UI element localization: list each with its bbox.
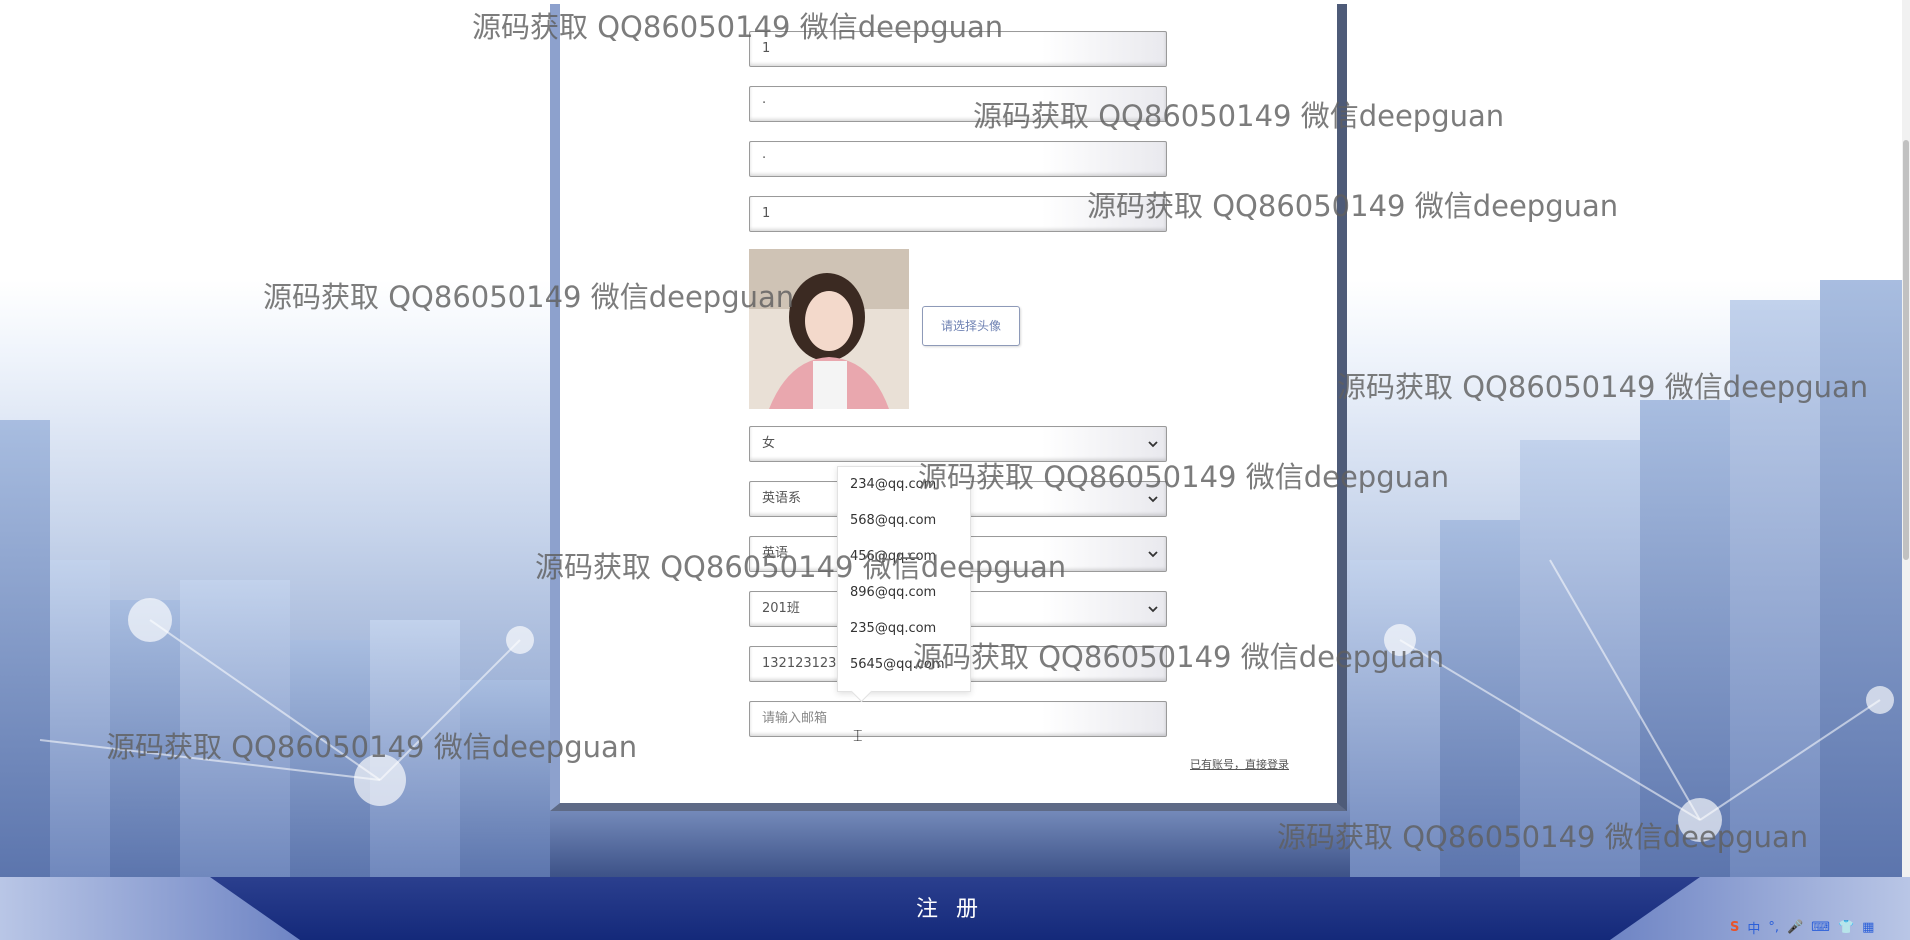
watermark: 源码获取 QQ86050149 微信deepguan <box>263 280 795 314</box>
keyboard-icon[interactable]: ⌨ <box>1811 920 1830 935</box>
watermark: 源码获取 QQ86050149 微信deepguan <box>1277 820 1809 854</box>
class-select-value: 201班 <box>762 601 800 616</box>
chevron-down-icon <box>1148 551 1158 558</box>
ime-toolbar: S 中 °, 🎤 ⌨ 👕 ▦ <box>1730 916 1874 938</box>
watermark: 源码获取 QQ86050149 微信deepguan <box>918 460 1450 494</box>
microphone-icon[interactable]: 🎤 <box>1787 920 1803 935</box>
watermark: 源码获取 QQ86050149 微信deepguan <box>106 730 638 764</box>
avatar-preview-image <box>749 249 909 409</box>
watermark: 源码获取 QQ86050149 微信deepguan <box>1337 370 1869 404</box>
choose-avatar-button[interactable]: 请选择头像 <box>922 306 1020 346</box>
confirm-password-input[interactable]: · <box>749 141 1167 177</box>
department-select-value: 英语系 <box>762 491 802 506</box>
watermark: 源码获取 QQ86050149 微信deepguan <box>973 99 1505 133</box>
chevron-down-icon <box>1148 606 1158 613</box>
watermark: 源码获取 QQ86050149 微信deepguan <box>535 550 1067 584</box>
grid-icon[interactable]: ▦ <box>1862 920 1874 935</box>
punctuation-icon[interactable]: °, <box>1768 920 1779 935</box>
login-link[interactable]: 已有账号，直接登录 <box>1190 756 1289 772</box>
watermark: 源码获取 QQ86050149 微信deepguan <box>1087 189 1619 223</box>
ime-mode-label[interactable]: 中 <box>1747 918 1760 937</box>
watermark: 源码获取 QQ86050149 微信deepguan <box>472 10 1004 44</box>
gender-select-value: 女 <box>762 436 776 451</box>
register-button[interactable]: 注 册 <box>880 886 1020 930</box>
email-suggestion-item[interactable]: 568@qq.com <box>838 503 970 539</box>
text-cursor-icon: ⌶ <box>853 726 863 745</box>
scrollbar-thumb[interactable] <box>1903 140 1909 560</box>
shirt-icon[interactable]: 👕 <box>1838 920 1854 935</box>
sogou-ime-icon[interactable]: S <box>1730 920 1739 935</box>
watermark: 源码获取 QQ86050149 微信deepguan <box>913 640 1445 674</box>
email-input[interactable]: 请输入邮箱 <box>749 701 1167 737</box>
chevron-down-icon <box>1148 441 1158 448</box>
